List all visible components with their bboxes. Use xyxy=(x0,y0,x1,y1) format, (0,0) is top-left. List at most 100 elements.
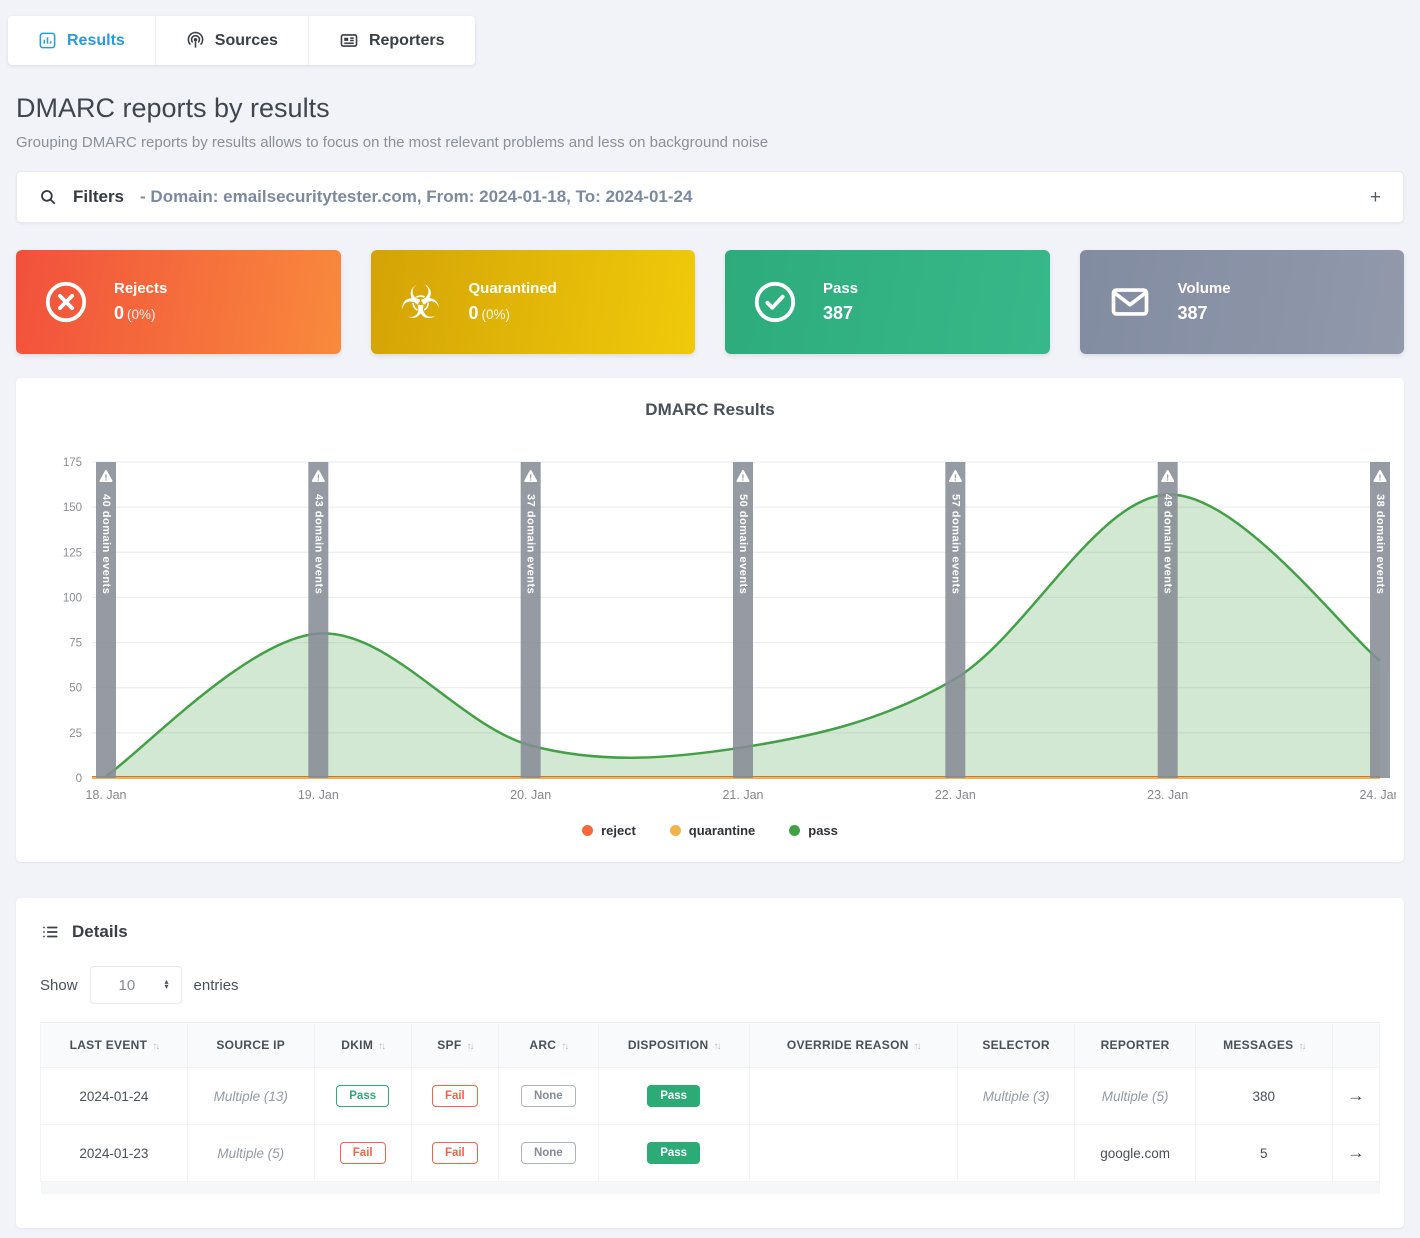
table-row-clipped xyxy=(41,1182,1380,1195)
card-value: 0 xyxy=(114,303,124,323)
sort-icon: ↑↓ xyxy=(466,1041,472,1052)
tab-label: Results xyxy=(67,32,125,50)
legend-dot-pass xyxy=(789,825,800,836)
tab-label: Reporters xyxy=(369,32,445,50)
page-size-value: 10 xyxy=(119,977,136,994)
result-badge: Fail xyxy=(432,1085,478,1107)
y-axis-tick-label: 175 xyxy=(63,457,82,469)
legend-item-quarantine[interactable]: quarantine xyxy=(670,823,755,838)
cell-arc: None xyxy=(498,1125,598,1182)
list-icon xyxy=(40,923,60,941)
tab-label: Sources xyxy=(215,32,278,50)
envelope-icon xyxy=(1106,278,1154,326)
legend-dot-quarantine xyxy=(670,825,681,836)
cell-selector xyxy=(957,1125,1074,1182)
card-value: 387 xyxy=(1178,303,1208,323)
results-table: LAST EVENT↑↓SOURCE IPDKIM↑↓SPF↑↓ARC↑↓DIS… xyxy=(40,1022,1380,1194)
card-value: 387 xyxy=(823,303,853,323)
cell-arc: None xyxy=(498,1068,598,1125)
filters-bar[interactable]: Filters - Domain: emailsecuritytester.co… xyxy=(16,171,1404,223)
column-header-override-reason[interactable]: OVERRIDE REASON↑↓ xyxy=(749,1023,957,1068)
cell-dkim: Fail xyxy=(314,1125,411,1182)
card-label: Rejects xyxy=(114,280,167,297)
cell-reporter: Multiple (5) xyxy=(1075,1068,1196,1125)
column-header-last-event[interactable]: LAST EVENT↑↓ xyxy=(41,1023,188,1068)
cell-selector: Multiple (3) xyxy=(957,1068,1074,1125)
cell-spf: Fail xyxy=(411,1125,498,1182)
warning-exclamation: ! xyxy=(1379,474,1382,483)
warning-exclamation: ! xyxy=(529,474,532,483)
stat-card-quarantined: ☣ Quarantined 0(0%) xyxy=(371,250,696,354)
x-axis-label: 23. Jan xyxy=(1147,788,1188,802)
y-axis-tick-label: 125 xyxy=(63,547,82,559)
result-badge: Fail xyxy=(340,1142,386,1164)
cell-override-reason xyxy=(749,1125,957,1182)
warning-exclamation: ! xyxy=(742,474,745,483)
y-axis-tick-label: 100 xyxy=(63,592,82,604)
details-card: Details Show 10 ▴▾ entries LAST EVENT↑↓S… xyxy=(16,898,1404,1228)
column-header-disposition[interactable]: DISPOSITION↑↓ xyxy=(598,1023,749,1068)
column-header-actions xyxy=(1332,1023,1379,1068)
sort-icon: ↑↓ xyxy=(1298,1041,1304,1052)
circle-x-icon xyxy=(42,278,90,326)
stat-card-volume: Volume 387 xyxy=(1080,250,1405,354)
legend-item-reject[interactable]: reject xyxy=(582,823,636,838)
select-caret-icon: ▴▾ xyxy=(165,980,169,990)
newspaper-icon xyxy=(339,31,359,50)
sort-icon: ↑↓ xyxy=(561,1041,567,1052)
dmarc-results-chart-card: DMARC Results 0255075100125150175!40 dom… xyxy=(16,378,1404,862)
result-badge: Fail xyxy=(432,1142,478,1164)
column-header-reporter: REPORTER xyxy=(1075,1023,1196,1068)
page-title: DMARC reports by results xyxy=(16,93,1404,124)
stat-card-pass: Pass 387 xyxy=(725,250,1050,354)
result-badge: None xyxy=(521,1085,576,1107)
tab-sources[interactable]: Sources xyxy=(156,16,309,65)
legend-label: pass xyxy=(808,823,838,838)
cell-actions: → xyxy=(1332,1068,1379,1125)
search-icon xyxy=(39,188,57,206)
domain-events-label: 37 domain events xyxy=(525,494,537,594)
cell-messages: 5 xyxy=(1195,1125,1332,1182)
expand-filters-button[interactable]: + xyxy=(1370,188,1381,207)
legend-dot-reject xyxy=(582,825,593,836)
column-header-dkim[interactable]: DKIM↑↓ xyxy=(314,1023,411,1068)
column-header-selector: SELECTOR xyxy=(957,1023,1074,1068)
column-header-messages[interactable]: MESSAGES↑↓ xyxy=(1195,1023,1332,1068)
y-axis-tick-label: 0 xyxy=(76,773,82,785)
page-subtitle: Grouping DMARC reports by results allows… xyxy=(16,134,1404,151)
column-header-source-ip: SOURCE IP xyxy=(187,1023,314,1068)
column-header-arc[interactable]: ARC↑↓ xyxy=(498,1023,598,1068)
domain-events-label: 43 domain events xyxy=(312,494,324,594)
check-circle-icon xyxy=(751,278,799,326)
x-axis-label: 18. Jan xyxy=(85,788,126,802)
domain-events-label: 57 domain events xyxy=(949,494,961,594)
y-axis-tick-label: 75 xyxy=(69,638,82,650)
disposition-badge: Pass xyxy=(647,1142,700,1164)
domain-events-label: 38 domain events xyxy=(1374,494,1386,594)
filters-summary: - Domain: emailsecuritytester.com, From:… xyxy=(140,187,1354,207)
warning-exclamation: ! xyxy=(317,474,320,483)
cell-override-reason xyxy=(749,1068,957,1125)
row-detail-arrow-icon[interactable]: → xyxy=(1347,1086,1364,1105)
stat-card-rejects: Rejects 0(0%) xyxy=(16,250,341,354)
x-axis-label: 21. Jan xyxy=(722,788,763,802)
column-header-spf[interactable]: SPF↑↓ xyxy=(411,1023,498,1068)
disposition-badge: Pass xyxy=(647,1085,700,1107)
warning-exclamation: ! xyxy=(105,474,108,483)
y-axis-tick-label: 50 xyxy=(69,683,82,695)
details-heading: Details xyxy=(72,922,128,942)
card-percent: (0%) xyxy=(482,307,511,322)
table-row: 2024-01-24Multiple (13)PassFailNonePassM… xyxy=(41,1068,1380,1125)
cell-last-event: 2024-01-24 xyxy=(41,1068,188,1125)
page-size-select[interactable]: 10 ▴▾ xyxy=(90,966,182,1004)
view-tabbar: Results Sources Reporters xyxy=(8,16,475,65)
tab-results[interactable]: Results xyxy=(8,16,156,65)
legend-item-pass[interactable]: pass xyxy=(789,823,838,838)
entries-label: entries xyxy=(194,977,239,994)
sort-icon: ↑↓ xyxy=(152,1041,158,1052)
tab-reporters[interactable]: Reporters xyxy=(309,16,475,65)
cell-source-ip: Multiple (5) xyxy=(187,1125,314,1182)
domain-events-label: 40 domain events xyxy=(100,494,112,594)
cell-disposition: Pass xyxy=(598,1068,749,1125)
row-detail-arrow-icon[interactable]: → xyxy=(1347,1143,1364,1162)
